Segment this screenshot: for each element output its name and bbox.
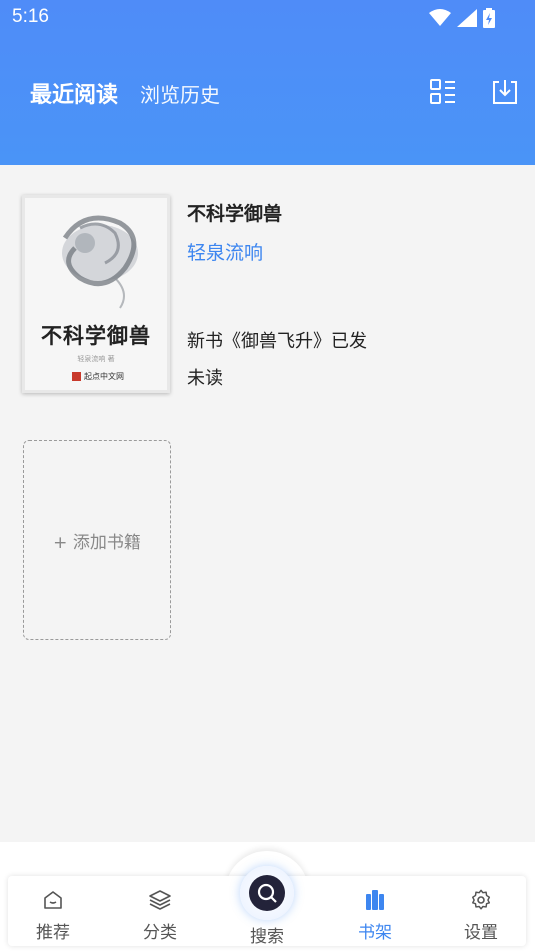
nav-item-recommend[interactable]: 推荐 xyxy=(13,888,93,943)
add-book-label: + 添加书籍 xyxy=(53,532,141,553)
nav-item-bookshelf[interactable]: 书架 xyxy=(335,888,415,943)
cover-author: 轻泉流响 著 xyxy=(77,355,115,363)
book-cover[interactable]: 不科学御兽 轻泉流响 著 起点中文网 xyxy=(22,195,170,393)
book-card[interactable]: 不科学御兽 轻泉流响 著 起点中文网 xyxy=(22,195,170,393)
book-author[interactable]: 轻泉流响 xyxy=(187,238,487,265)
book-latest-chapter: 新书《御兽飞升》已发 xyxy=(187,331,367,352)
book-title[interactable]: 不科学御兽 xyxy=(187,199,487,226)
nav-label-settings: 设置 xyxy=(464,923,498,943)
status-icons xyxy=(429,8,495,28)
book-info: 不科学御兽 轻泉流响 xyxy=(187,199,487,265)
tab-browse-history[interactable]: 浏览历史 xyxy=(140,79,220,108)
book-read-progress: 未读 xyxy=(187,368,223,389)
cover-publisher-name: 起点中文网 xyxy=(84,372,124,381)
header-tabs: 最近阅读 浏览历史 xyxy=(30,77,220,109)
search-icon xyxy=(257,883,277,903)
header: 5:16 最近阅读 浏览历史 xyxy=(0,0,535,165)
cover-publisher: 起点中文网 xyxy=(72,371,124,382)
list-view-button[interactable] xyxy=(429,78,457,106)
wifi-icon xyxy=(429,9,451,26)
nav-label-search: 搜索 xyxy=(250,927,284,947)
nav-label-recommend: 推荐 xyxy=(36,923,70,943)
gear-icon xyxy=(472,889,491,910)
publisher-logo-icon xyxy=(72,372,81,381)
download-button[interactable] xyxy=(491,78,519,106)
add-book-button[interactable]: + 添加书籍 xyxy=(23,440,171,640)
cover-dragon-art xyxy=(62,215,138,309)
nav-item-category[interactable]: 分类 xyxy=(120,888,200,943)
layers-icon xyxy=(149,890,171,910)
status-bar: 5:16 xyxy=(0,0,535,36)
cover-title: 不科学御兽 xyxy=(41,323,151,348)
tab-recent-reading[interactable]: 最近阅读 xyxy=(30,77,118,109)
battery-icon xyxy=(483,8,495,28)
status-time: 5:16 xyxy=(12,6,49,27)
home-icon xyxy=(44,891,62,909)
nav-item-settings[interactable]: 设置 xyxy=(441,888,521,943)
bookshelf-icon xyxy=(366,890,384,910)
search-button[interactable] xyxy=(240,866,294,920)
nav-label-category: 分类 xyxy=(143,923,177,943)
nav-label-bookshelf: 书架 xyxy=(358,923,392,943)
download-icon xyxy=(493,80,517,104)
list-view-icon xyxy=(430,79,455,104)
signal-icon xyxy=(457,9,477,27)
